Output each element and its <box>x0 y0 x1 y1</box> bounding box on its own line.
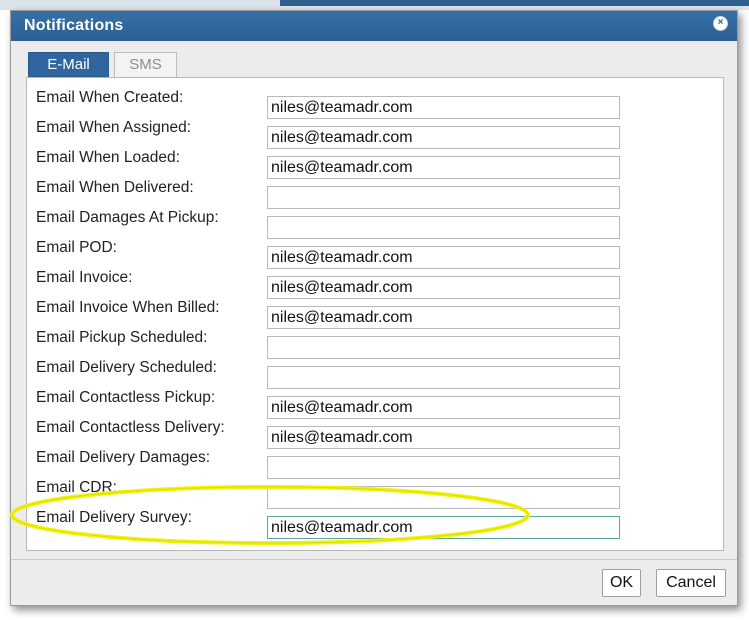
form-row: Email When Delivered: <box>27 178 723 209</box>
email-delivery-scheduled-field[interactable] <box>267 366 620 389</box>
ok-button[interactable]: OK <box>602 569 641 597</box>
field-label-email-pickup-scheduled: Email Pickup Scheduled: <box>36 329 208 346</box>
field-label-email-cdr: Email CDR: <box>36 479 117 496</box>
form-row: Email Contactless Pickup: <box>27 388 723 419</box>
field-label-email-invoice: Email Invoice: <box>36 269 133 286</box>
form-row: Email Pickup Scheduled: <box>27 328 723 359</box>
email-delivery-survey-field[interactable] <box>267 516 620 539</box>
email-invoice-field[interactable] <box>267 276 620 299</box>
form-row: Email When Loaded: <box>27 148 723 179</box>
form-row: Email POD: <box>27 238 723 269</box>
field-label-email-when-assigned: Email When Assigned: <box>36 119 192 136</box>
email-when-created-field[interactable] <box>267 96 620 119</box>
email-contactless-delivery-field[interactable] <box>267 426 620 449</box>
field-label-email-when-loaded: Email When Loaded: <box>36 149 180 166</box>
background-page-bar <box>280 0 749 6</box>
field-label-email-contactless-delivery: Email Contactless Delivery: <box>36 419 225 436</box>
field-label-email-contactless-pickup: Email Contactless Pickup: <box>36 389 216 406</box>
field-label-email-when-delivered: Email When Delivered: <box>36 179 194 196</box>
email-when-delivered-field[interactable] <box>267 186 620 209</box>
email-delivery-damages-field[interactable] <box>267 456 620 479</box>
form-row: Email Delivery Damages: <box>27 448 723 479</box>
form-row: Email When Assigned: <box>27 118 723 149</box>
tab-sms[interactable]: SMS <box>114 52 177 77</box>
form-row: Email When Created: <box>27 88 723 119</box>
field-label-email-delivery-survey: Email Delivery Survey: <box>36 509 192 526</box>
email-when-assigned-field[interactable] <box>267 126 620 149</box>
footer-divider <box>11 559 737 560</box>
email-notifications-panel: Email When Created: Email When Assigned:… <box>26 77 724 551</box>
notifications-dialog: Notifications × E-Mail SMS Email When Cr… <box>10 10 738 606</box>
field-label-email-when-created: Email When Created: <box>36 89 184 106</box>
form-row: Email Damages At Pickup: <box>27 208 723 239</box>
form-row: Email Invoice: <box>27 268 723 299</box>
form-row: Email Invoice When Billed: <box>27 298 723 329</box>
email-damages-at-pickup-field[interactable] <box>267 216 620 239</box>
email-invoice-when-billed-field[interactable] <box>267 306 620 329</box>
field-label-email-damages-at-pickup: Email Damages At Pickup: <box>36 209 219 226</box>
dialog-titlebar[interactable]: Notifications × <box>11 11 737 41</box>
tab-email[interactable]: E-Mail <box>28 52 109 77</box>
close-icon[interactable]: × <box>713 16 728 31</box>
field-label-email-delivery-damages: Email Delivery Damages: <box>36 449 210 466</box>
email-contactless-pickup-field[interactable] <box>267 396 620 419</box>
cancel-button[interactable]: Cancel <box>656 569 726 597</box>
email-pod-field[interactable] <box>267 246 620 269</box>
field-label-email-delivery-scheduled: Email Delivery Scheduled: <box>36 359 217 376</box>
form-row: Email Delivery Survey: <box>27 508 723 539</box>
dialog-footer: OK Cancel <box>11 559 737 605</box>
email-when-loaded-field[interactable] <box>267 156 620 179</box>
field-label-email-invoice-when-billed: Email Invoice When Billed: <box>36 299 220 316</box>
email-pickup-scheduled-field[interactable] <box>267 336 620 359</box>
email-cdr-field[interactable] <box>267 486 620 509</box>
field-label-email-pod: Email POD: <box>36 239 117 256</box>
dialog-title: Notifications <box>24 17 124 34</box>
form-row: Email Contactless Delivery: <box>27 418 723 449</box>
form-row: Email CDR: <box>27 478 723 509</box>
form-row: Email Delivery Scheduled: <box>27 358 723 389</box>
